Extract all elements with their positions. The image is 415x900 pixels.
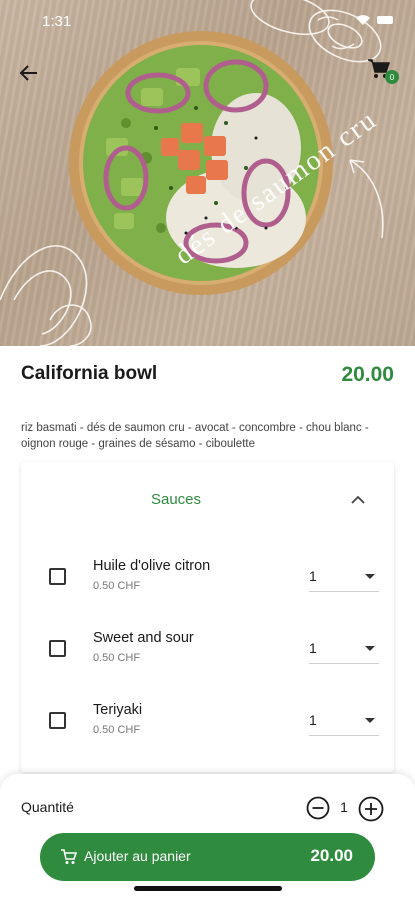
sauce-name: Sweet and sour <box>93 630 194 646</box>
sauce-qty-select[interactable]: 1 <box>309 636 379 664</box>
sauces-panel-title[interactable]: Sauces <box>21 491 331 508</box>
bottom-action-sheet: Quantité 1 Ajouter au panier 20.00 <box>0 774 415 900</box>
wifi-icon <box>356 15 370 25</box>
sauce-row: Teriyaki 0.50 CHF 1 <box>21 702 394 762</box>
arrow-left-icon <box>20 65 37 81</box>
sauce-qty-value: 1 <box>309 568 317 584</box>
quantity-label: Quantité <box>21 799 74 815</box>
sauce-price: 0.50 CHF <box>93 652 141 664</box>
product-hero-image: dés de saumon cru 1:31 0 <box>0 0 415 346</box>
quantity-value: 1 <box>340 799 348 815</box>
quantity-increase-button[interactable] <box>358 796 384 822</box>
sauces-panel: Sauces Huile d'olive citron 0.50 CHF 1 S… <box>21 462 394 772</box>
sauce-qty-select[interactable]: 1 <box>309 564 379 592</box>
status-icons <box>355 14 395 26</box>
cart-button[interactable]: 0 <box>367 58 399 88</box>
sauce-price: 0.50 CHF <box>93 724 141 736</box>
add-to-cart-label: Ajouter au panier <box>84 848 191 864</box>
product-price: 20.00 <box>341 363 394 386</box>
sauce-qty-value: 1 <box>309 712 317 728</box>
status-time: 1:31 <box>42 13 72 30</box>
back-button[interactable] <box>14 58 44 88</box>
status-bar: 1:31 <box>0 0 415 44</box>
sauce-price: 0.50 CHF <box>93 580 141 592</box>
add-to-cart-button[interactable]: Ajouter au panier 20.00 <box>40 833 375 881</box>
sauce-checkbox[interactable] <box>49 640 66 657</box>
sauce-checkbox[interactable] <box>49 568 66 585</box>
sauce-row: Huile d'olive citron 0.50 CHF 1 <box>21 558 394 618</box>
sauce-qty-value: 1 <box>309 640 317 656</box>
sauce-checkbox[interactable] <box>49 712 66 729</box>
product-description: riz basmati - dés de saumon cru - avocat… <box>21 422 369 450</box>
sauce-name: Huile d'olive citron <box>93 558 211 574</box>
sauce-qty-select[interactable]: 1 <box>309 708 379 736</box>
sauce-row: Sweet and sour 0.50 CHF 1 <box>21 630 394 690</box>
quantity-decrease-button[interactable] <box>306 796 330 820</box>
battery-icon <box>377 16 393 24</box>
add-to-cart-price: 20.00 <box>310 846 353 865</box>
dropdown-arrow-icon <box>365 646 375 651</box>
cart-icon <box>61 849 78 864</box>
chevron-up-icon[interactable] <box>348 490 368 510</box>
sauce-name: Teriyaki <box>93 702 143 718</box>
dropdown-arrow-icon <box>365 718 375 723</box>
home-indicator[interactable] <box>134 886 282 891</box>
product-name: California bowl <box>21 363 158 384</box>
dropdown-arrow-icon <box>365 574 375 579</box>
cart-count-badge: 0 <box>385 70 399 84</box>
